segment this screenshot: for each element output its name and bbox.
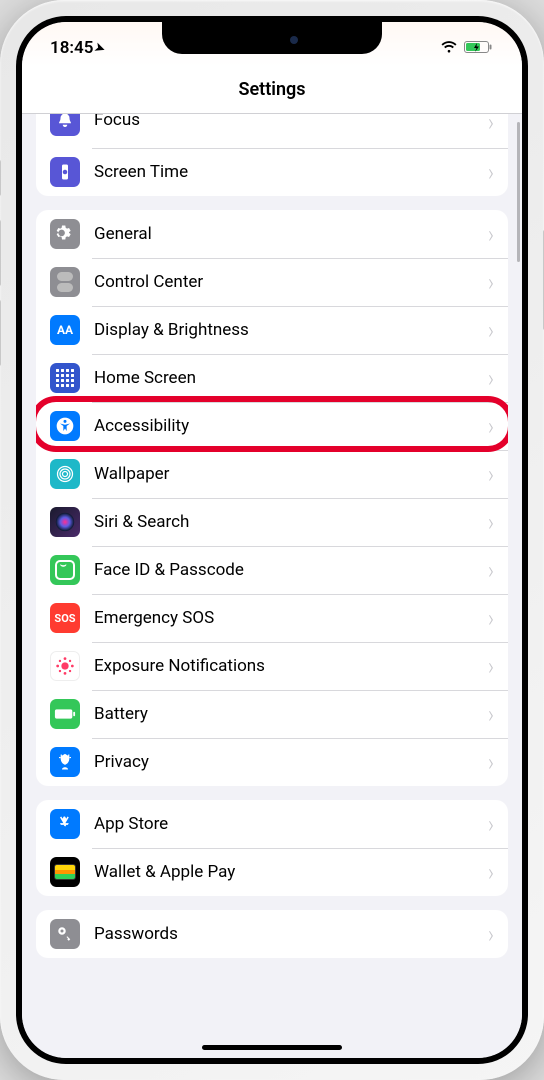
row-label: Privacy — [94, 752, 488, 772]
settings-group-store: App Store › Wallet & Apple Pay › — [36, 800, 508, 896]
row-display-brightness[interactable]: AA Display & Brightness › — [36, 306, 508, 354]
chevron-right-icon: › — [488, 700, 494, 729]
row-label: App Store — [94, 814, 488, 834]
accessibility-icon — [50, 411, 80, 441]
row-label: Wallpaper — [94, 464, 488, 484]
row-label: Wallet & Apple Pay — [94, 862, 488, 882]
row-emergency-sos[interactable]: SOS Emergency SOS › — [36, 594, 508, 642]
device-frame: 18:45 ➤ Settings — [0, 0, 544, 1080]
home-indicator[interactable] — [202, 1045, 342, 1050]
face-id-icon — [50, 555, 80, 585]
siri-icon — [50, 507, 80, 537]
wallet-icon — [50, 857, 80, 887]
notch — [162, 22, 382, 54]
status-time: 18:45 — [50, 38, 93, 58]
row-focus[interactable]: Focus › — [36, 114, 508, 148]
row-passwords[interactable]: Passwords › — [36, 910, 508, 958]
device-bezel: 18:45 ➤ Settings — [16, 16, 528, 1064]
chevron-right-icon: › — [488, 364, 494, 393]
settings-scroll[interactable]: Focus › Screen Time › — [22, 114, 522, 1058]
exposure-icon — [50, 651, 80, 681]
row-label: Display & Brightness — [94, 320, 488, 340]
row-accessibility[interactable]: Accessibility › — [36, 402, 508, 450]
row-label: Exposure Notifications — [94, 656, 488, 676]
row-label: Home Screen — [94, 368, 488, 388]
ringer-switch — [0, 160, 1, 196]
scrollbar[interactable] — [517, 122, 520, 302]
row-label: Face ID & Passcode — [94, 560, 488, 580]
chevron-right-icon: › — [488, 220, 494, 249]
chevron-right-icon: › — [488, 652, 494, 681]
row-siri-search[interactable]: Siri & Search › — [36, 498, 508, 546]
screen: 18:45 ➤ Settings — [22, 22, 522, 1058]
row-general[interactable]: General › — [36, 210, 508, 258]
row-wallet-apple-pay[interactable]: Wallet & Apple Pay › — [36, 848, 508, 896]
row-label: Passwords — [94, 924, 488, 944]
battery-icon — [464, 39, 494, 58]
row-app-store[interactable]: App Store › — [36, 800, 508, 848]
chevron-right-icon: › — [488, 604, 494, 633]
row-home-screen[interactable]: Home Screen › — [36, 354, 508, 402]
row-label: Emergency SOS — [94, 608, 488, 628]
row-label: Battery — [94, 704, 488, 724]
chevron-right-icon: › — [488, 920, 494, 949]
row-privacy[interactable]: Privacy › — [36, 738, 508, 786]
gear-icon — [50, 219, 80, 249]
chevron-right-icon: › — [488, 316, 494, 345]
focus-icon — [50, 114, 80, 136]
row-label: Siri & Search — [94, 512, 488, 532]
row-label: Accessibility — [94, 416, 488, 436]
wifi-icon — [440, 39, 458, 58]
home-screen-icon — [50, 363, 80, 393]
settings-group-focus: Focus › Screen Time › — [36, 114, 508, 196]
settings-group-passwords: Passwords › — [36, 910, 508, 958]
privacy-icon — [50, 747, 80, 777]
chevron-right-icon: › — [488, 508, 494, 537]
wallpaper-icon — [50, 459, 80, 489]
row-label: Focus — [94, 114, 488, 130]
passwords-icon — [50, 919, 80, 949]
chevron-right-icon: › — [488, 748, 494, 777]
battery-settings-icon — [50, 699, 80, 729]
row-control-center[interactable]: Control Center › — [36, 258, 508, 306]
sos-icon: SOS — [50, 603, 80, 633]
row-exposure-notifications[interactable]: Exposure Notifications › — [36, 642, 508, 690]
row-label: Control Center — [94, 272, 488, 292]
settings-group-main: General › Control Center › AA Display & … — [36, 210, 508, 786]
control-center-icon — [50, 267, 80, 297]
chevron-right-icon: › — [488, 460, 494, 489]
chevron-right-icon: › — [488, 858, 494, 887]
nav-bar: Settings — [22, 66, 522, 114]
row-label: General — [94, 224, 488, 244]
display-icon: AA — [50, 315, 80, 345]
chevron-right-icon: › — [488, 114, 494, 136]
row-label: Screen Time — [94, 162, 488, 182]
screen-time-icon — [50, 157, 80, 187]
row-battery[interactable]: Battery › — [36, 690, 508, 738]
page-title: Settings — [239, 79, 306, 100]
chevron-right-icon: › — [488, 268, 494, 297]
chevron-right-icon: › — [488, 158, 494, 187]
chevron-right-icon: › — [488, 556, 494, 585]
location-icon: ➤ — [93, 40, 107, 57]
volume-up-button — [0, 220, 1, 286]
chevron-right-icon: › — [488, 412, 494, 441]
chevron-right-icon: › — [488, 810, 494, 839]
row-face-id-passcode[interactable]: Face ID & Passcode › — [36, 546, 508, 594]
app-store-icon — [50, 809, 80, 839]
row-wallpaper[interactable]: Wallpaper › — [36, 450, 508, 498]
volume-down-button — [0, 300, 1, 366]
row-screen-time[interactable]: Screen Time › — [36, 148, 508, 196]
